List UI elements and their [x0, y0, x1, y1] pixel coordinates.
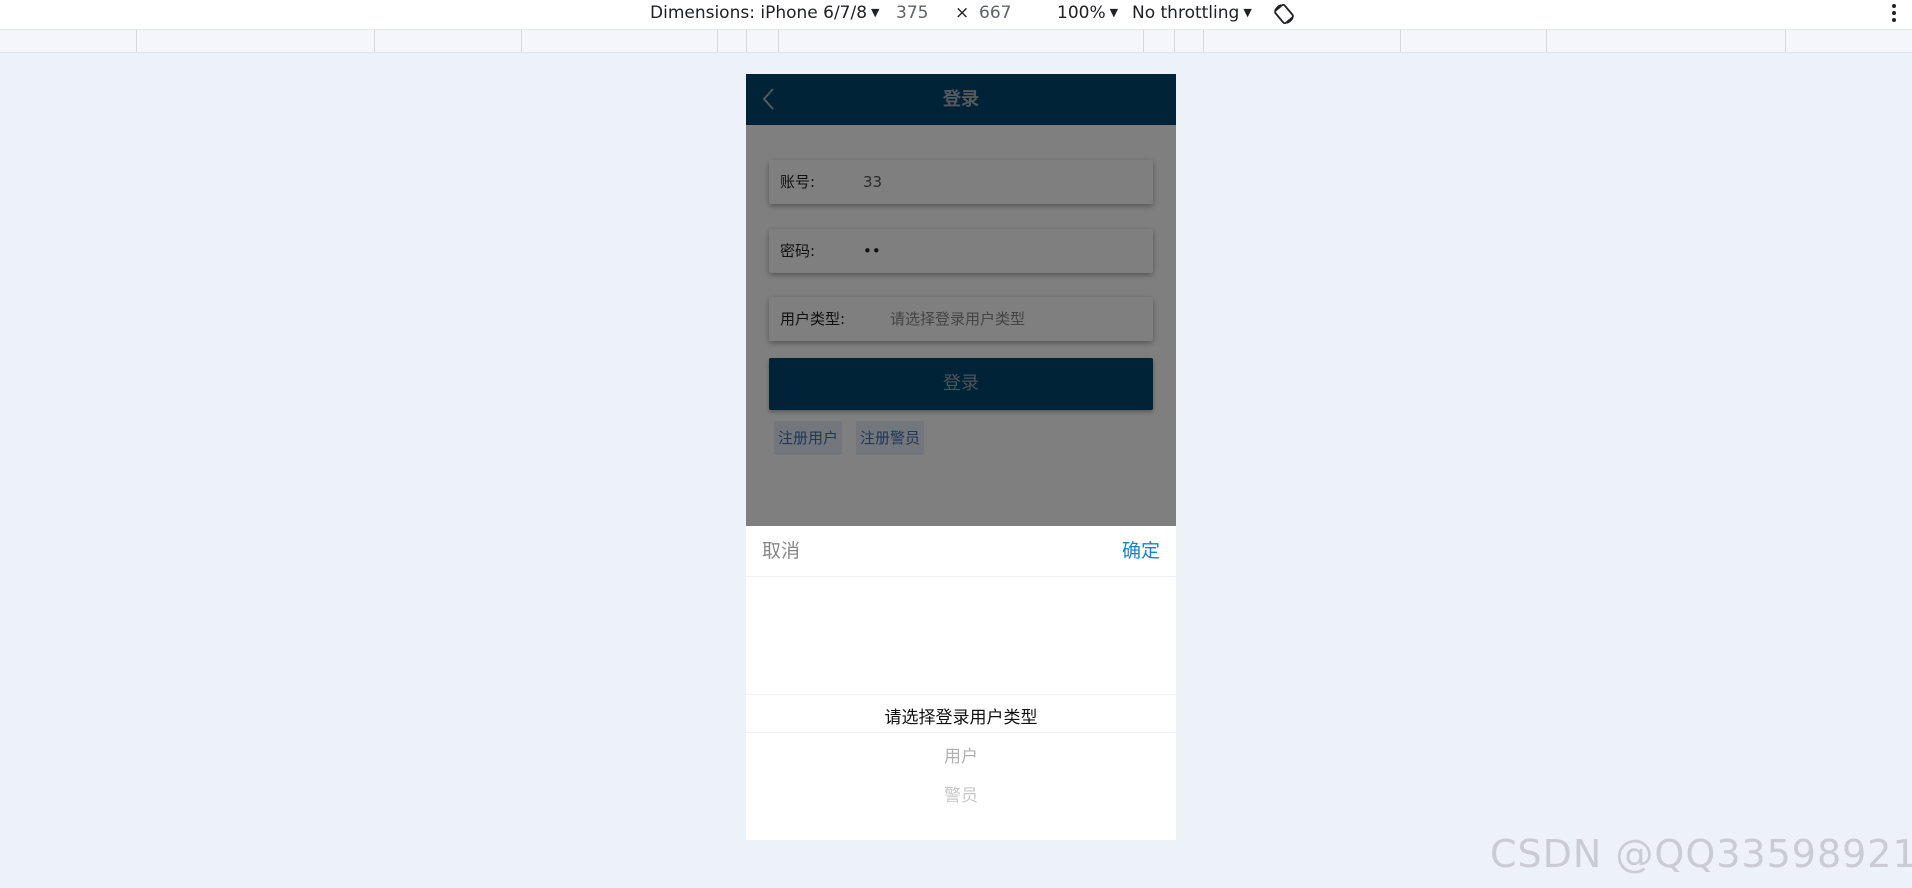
- media-query-ruler[interactable]: [0, 30, 1912, 53]
- more-options-icon[interactable]: [1891, 3, 1897, 23]
- device-select[interactable]: Dimensions: iPhone 6/7/8 ▼: [650, 3, 880, 23]
- picker-option[interactable]: 警员: [746, 781, 1176, 806]
- dimension-separator: ×: [955, 3, 970, 23]
- phone-viewport: 登录 账号: 33 密码: •• 用户类型: 请选择登录用户类型 登录 注册用户…: [746, 74, 1176, 840]
- confirm-button[interactable]: 确定: [1122, 526, 1160, 577]
- zoom-caret-icon: ▼: [1109, 6, 1119, 19]
- picker-option[interactable]: 请选择登录用户类型: [746, 703, 1176, 728]
- watermark: CSDN @QQ3359892174: [1490, 832, 1912, 876]
- picker-header: 取消 确定: [746, 526, 1176, 577]
- zoom-select[interactable]: 100% ▼: [1057, 3, 1118, 23]
- zoom-select-label: 100%: [1057, 3, 1106, 23]
- throttling-select-label: No throttling: [1132, 3, 1240, 23]
- width-input[interactable]: 375: [896, 3, 928, 23]
- device-toolbar: Dimensions: iPhone 6/7/8 ▼ 375 × 667 100%…: [0, 0, 1912, 30]
- rotate-icon[interactable]: [1272, 2, 1296, 26]
- height-input[interactable]: 667: [979, 3, 1011, 23]
- picker-sheet: 取消 确定 请选择登录用户类型 用户 警员: [746, 526, 1176, 840]
- throttling-select[interactable]: No throttling ▼: [1132, 3, 1252, 23]
- device-select-label: Dimensions: iPhone 6/7/8: [650, 3, 868, 23]
- overlay-mask[interactable]: [746, 74, 1176, 526]
- cancel-button[interactable]: 取消: [762, 526, 800, 577]
- device-select-caret-icon: ▼: [871, 6, 880, 19]
- picker-option[interactable]: 用户: [746, 742, 1176, 767]
- throttling-caret-icon: ▼: [1243, 6, 1252, 19]
